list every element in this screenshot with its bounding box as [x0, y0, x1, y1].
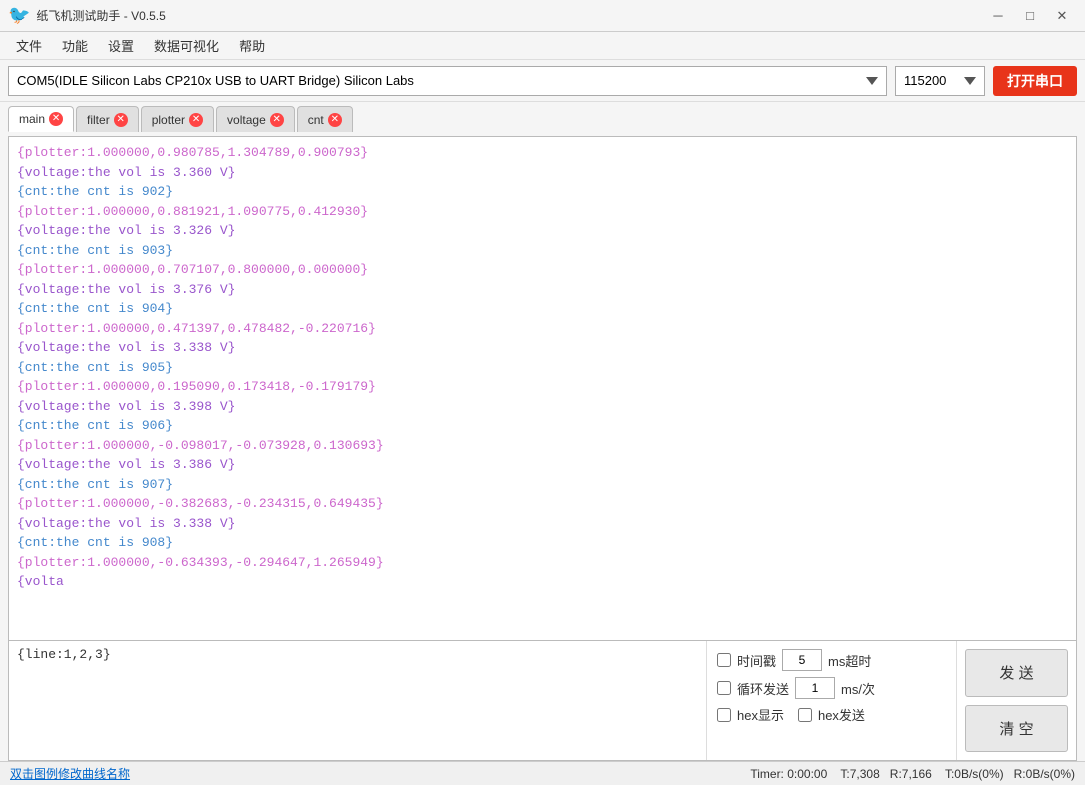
- status-bar: 双击图例修改曲线名称 Timer: 0:00:00 T:7,308 R:7,16…: [0, 761, 1085, 785]
- clear-button[interactable]: 清 空: [965, 705, 1068, 753]
- terminal-line: {voltage:the vol is 3.326 V}: [17, 221, 1068, 241]
- loop-interval-input[interactable]: [795, 677, 835, 699]
- open-port-button[interactable]: 打开串口: [993, 66, 1077, 96]
- terminal-line: {voltage:the vol is 3.376 V}: [17, 280, 1068, 300]
- menu-function[interactable]: 功能: [54, 33, 96, 58]
- hex-row: hex显示 hex发送: [717, 705, 946, 724]
- window-controls: ─ □ ✕: [983, 6, 1077, 26]
- rx-rate: R:0B/s(0%): [1014, 767, 1075, 781]
- send-button[interactable]: 发 送: [965, 649, 1068, 697]
- terminal[interactable]: {plotter:1.000000,0.980785,1.304789,0.90…: [9, 137, 1076, 640]
- hex-send-label: hex发送: [818, 705, 865, 724]
- terminal-wrapper: {plotter:1.000000,0.980785,1.304789,0.90…: [8, 136, 1077, 641]
- tab-cnt[interactable]: cnt ✕: [297, 106, 353, 132]
- legend-link[interactable]: 双击图例修改曲线名称: [10, 765, 130, 782]
- timeout-input[interactable]: [782, 649, 822, 671]
- terminal-line: {plotter:1.000000,0.980785,1.304789,0.90…: [17, 143, 1068, 163]
- toolbar: COM5(IDLE Silicon Labs CP210x USB to UAR…: [0, 60, 1085, 102]
- loop-send-label: 循环发送: [737, 679, 789, 698]
- send-input[interactable]: [17, 647, 698, 754]
- baud-select[interactable]: 115200 9600 19200 38400 57600 230400 460…: [895, 66, 985, 96]
- terminal-line: {volta: [17, 572, 1068, 592]
- terminal-line: {plotter:1.000000,-0.634393,-0.294647,1.…: [17, 553, 1068, 573]
- tx-count: T:7,308: [840, 767, 879, 781]
- tab-close-filter[interactable]: ✕: [114, 113, 128, 127]
- hex-send-checkbox[interactable]: [798, 708, 812, 722]
- terminal-line: {cnt:the cnt is 904}: [17, 299, 1068, 319]
- main-area: main ✕ filter ✕ plotter ✕ voltage ✕ cnt …: [0, 102, 1085, 761]
- terminal-line: {voltage:the vol is 3.338 V}: [17, 514, 1068, 534]
- loop-send-row: 循环发送 ms/次: [717, 677, 946, 699]
- tab-close-voltage[interactable]: ✕: [270, 113, 284, 127]
- timeout-unit: ms超时: [828, 651, 871, 670]
- terminal-line: {cnt:the cnt is 908}: [17, 533, 1068, 553]
- terminal-line: {plotter:1.000000,-0.098017,-0.073928,0.…: [17, 436, 1068, 456]
- terminal-line: {voltage:the vol is 3.360 V}: [17, 163, 1068, 183]
- menu-file[interactable]: 文件: [8, 33, 50, 58]
- terminal-line: {voltage:the vol is 3.386 V}: [17, 455, 1068, 475]
- tab-close-cnt[interactable]: ✕: [328, 113, 342, 127]
- status-info: Timer: 0:00:00 T:7,308 R:7,166 T:0B/s(0%…: [750, 767, 1075, 781]
- bottom-panel: 时间戳 ms超时 循环发送 ms/次 hex显示 hex发送 发 送 清 空: [8, 641, 1077, 761]
- tab-plotter[interactable]: plotter ✕: [141, 106, 214, 132]
- menu-help[interactable]: 帮助: [231, 33, 273, 58]
- timestamp-row: 时间戳 ms超时: [717, 649, 946, 671]
- terminal-line: {plotter:1.000000,-0.382683,-0.234315,0.…: [17, 494, 1068, 514]
- tx-rate: T:0B/s(0%): [945, 767, 1004, 781]
- terminal-line: {cnt:the cnt is 906}: [17, 416, 1068, 436]
- input-area: [9, 641, 706, 760]
- terminal-line: {plotter:1.000000,0.471397,0.478482,-0.2…: [17, 319, 1068, 339]
- terminal-line: {voltage:the vol is 3.338 V}: [17, 338, 1068, 358]
- port-select[interactable]: COM5(IDLE Silicon Labs CP210x USB to UAR…: [8, 66, 887, 96]
- menu-settings[interactable]: 设置: [100, 33, 142, 58]
- controls-panel: 时间戳 ms超时 循环发送 ms/次 hex显示 hex发送: [706, 641, 956, 760]
- terminal-line: {voltage:the vol is 3.398 V}: [17, 397, 1068, 417]
- terminal-line: {cnt:the cnt is 902}: [17, 182, 1068, 202]
- terminal-line: {cnt:the cnt is 903}: [17, 241, 1068, 261]
- tab-filter[interactable]: filter ✕: [76, 106, 139, 132]
- terminal-line: {cnt:the cnt is 907}: [17, 475, 1068, 495]
- app-icon: 🐦: [8, 5, 30, 26]
- rx-count: R:7,166: [890, 767, 932, 781]
- loop-interval-unit: ms/次: [841, 679, 875, 698]
- terminal-line: {plotter:1.000000,0.195090,0.173418,-0.1…: [17, 377, 1068, 397]
- loop-send-checkbox[interactable]: [717, 681, 731, 695]
- terminal-line: {plotter:1.000000,0.707107,0.800000,0.00…: [17, 260, 1068, 280]
- maximize-button[interactable]: □: [1015, 6, 1045, 26]
- timestamp-label: 时间戳: [737, 651, 776, 670]
- terminal-line: {plotter:1.000000,0.881921,1.090775,0.41…: [17, 202, 1068, 222]
- timer-label: Timer: 0:00:00: [750, 767, 827, 781]
- close-button[interactable]: ✕: [1047, 6, 1077, 26]
- terminal-line: {cnt:the cnt is 905}: [17, 358, 1068, 378]
- tab-close-plotter[interactable]: ✕: [189, 113, 203, 127]
- tab-voltage[interactable]: voltage ✕: [216, 106, 295, 132]
- title-bar: 🐦 纸飞机测试助手 - V0.5.5 ─ □ ✕: [0, 0, 1085, 32]
- minimize-button[interactable]: ─: [983, 6, 1013, 26]
- menu-visualization[interactable]: 数据可视化: [146, 33, 227, 58]
- tabs-bar: main ✕ filter ✕ plotter ✕ voltage ✕ cnt …: [8, 106, 1077, 132]
- tab-main[interactable]: main ✕: [8, 106, 74, 132]
- button-panel: 发 送 清 空: [956, 641, 1076, 760]
- hex-display-checkbox[interactable]: [717, 708, 731, 722]
- app-title: 纸飞机测试助手 - V0.5.5: [36, 7, 977, 24]
- timestamp-checkbox[interactable]: [717, 653, 731, 667]
- hex-display-label: hex显示: [737, 705, 784, 724]
- tab-close-main[interactable]: ✕: [49, 112, 63, 126]
- menu-bar: 文件 功能 设置 数据可视化 帮助: [0, 32, 1085, 60]
